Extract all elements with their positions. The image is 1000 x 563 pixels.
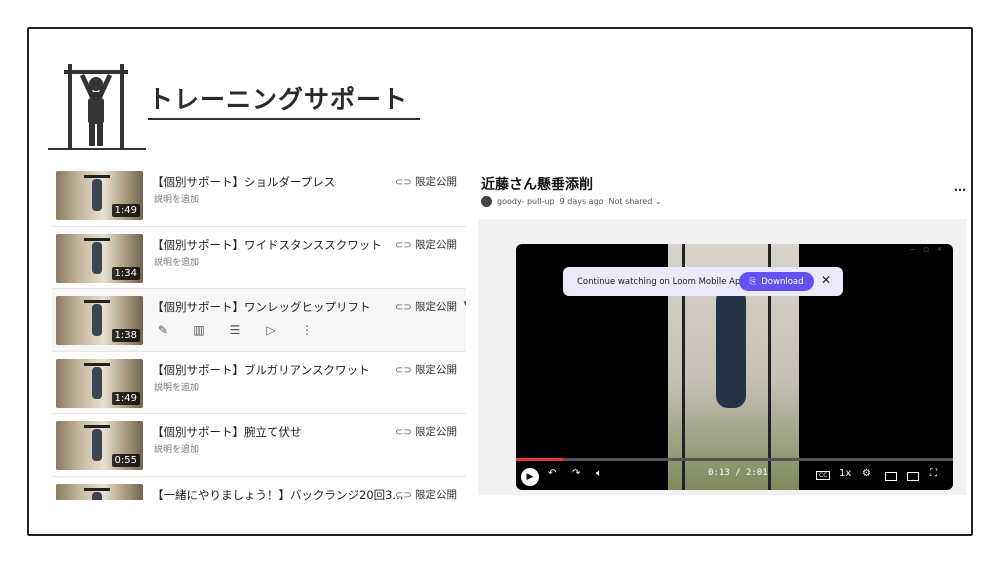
link-icon: ⊂⊃ bbox=[395, 239, 412, 251]
page-title-block: トレーニングサポート bbox=[148, 80, 420, 120]
player-stage: — ▢ ✕ Continue watching on Loom Mobile A… bbox=[478, 219, 966, 495]
video-thumbnail[interactable]: 1:49 bbox=[56, 171, 143, 220]
video-player[interactable]: — ▢ ✕ Continue watching on Loom Mobile A… bbox=[516, 244, 953, 490]
add-description-link[interactable]: 説明を追加 bbox=[154, 380, 199, 393]
visibility-status: ⊂⊃ 限定公開 bbox=[395, 488, 457, 501]
settings-gear-icon[interactable]: ⚙ bbox=[862, 468, 871, 479]
mobile-app-banner: Continue watching on Loom Mobile App ⎘ D… bbox=[563, 267, 843, 296]
download-label: Download bbox=[761, 276, 804, 287]
pullup-bar-logo-icon bbox=[64, 64, 128, 148]
video-title[interactable]: 【個別サポート】腕立て伏せ bbox=[152, 424, 302, 440]
video-row[interactable]: 【一緒にやりましょう！】バックランジ20回3... ⊂⊃ 限定公開 bbox=[52, 477, 466, 501]
video-row[interactable]: 1:49 【個別サポート】ブルガリアンスクワット 説明を追加 ⊂⊃ 限定公開 bbox=[52, 352, 466, 414]
loom-panel: 近藤さん懸垂添削 … goody- pull-up 9 days ago Not… bbox=[478, 170, 966, 500]
video-title[interactable]: 【一緒にやりましょう！】バックランジ20回3... bbox=[152, 487, 403, 501]
volume-icon[interactable]: 🔈︎ bbox=[596, 468, 602, 479]
video-title[interactable]: 【個別サポート】ワイドスタンススクワット bbox=[152, 237, 382, 253]
upload-age: 9 days ago bbox=[559, 197, 604, 206]
link-icon: ⊂⊃ bbox=[395, 364, 412, 376]
link-icon: ⊂⊃ bbox=[395, 427, 412, 438]
video-thumbnail[interactable]: 1:34 bbox=[56, 233, 143, 283]
pip-icon[interactable] bbox=[907, 472, 919, 481]
close-icon[interactable]: ✕ bbox=[821, 273, 831, 287]
visibility-status: ⊂⊃ 限定公開 bbox=[395, 301, 457, 313]
banner-text: Continue watching on Loom Mobile App bbox=[577, 276, 746, 287]
loom-video-title: 近藤さん懸垂添削 bbox=[481, 177, 593, 193]
visibility-status: ⊂⊃ 限定公開 bbox=[395, 238, 457, 251]
download-icon: ⎘ bbox=[749, 276, 757, 287]
video-thumbnail[interactable] bbox=[56, 483, 143, 500]
duration-badge: 0:55 bbox=[111, 454, 140, 467]
page-title: トレーニングサポート bbox=[148, 85, 409, 114]
progress-bar[interactable] bbox=[516, 458, 953, 461]
more-options-button[interactable]: … bbox=[954, 180, 966, 194]
window-controls: — ▢ ✕ bbox=[909, 246, 945, 253]
visibility-status: ⊂⊃ 限定公開 bbox=[395, 363, 457, 376]
video-row[interactable]: 1:49 【個別サポート】ショルダープレス 説明を追加 ⊂⊃ 限定公開 bbox=[52, 164, 466, 227]
video-title[interactable]: 【個別サポート】ブルガリアンスクワット bbox=[152, 362, 369, 378]
add-description-link[interactable]: 説明を追加 bbox=[154, 255, 199, 268]
youtube-icon[interactable]: ▷ bbox=[264, 323, 278, 337]
avatar bbox=[481, 196, 492, 207]
video-title[interactable]: 【個別サポート】ショルダープレス bbox=[152, 174, 335, 190]
video-list: 1:49 【個別サポート】ショルダープレス 説明を追加 ⊂⊃ 限定公開 1:34 【個別サポ… bbox=[52, 164, 466, 500]
link-icon: ⊂⊃ bbox=[395, 302, 412, 313]
progress-fill bbox=[516, 458, 563, 461]
visibility-status: ⊂⊃ 限定公開 bbox=[395, 176, 457, 188]
row-actions: ✎ ▥ ☰ ▷ ⋮ bbox=[156, 323, 314, 337]
download-button[interactable]: ⎘ Download bbox=[739, 272, 814, 291]
link-icon: ⊂⊃ bbox=[395, 489, 412, 501]
person-body bbox=[716, 288, 746, 408]
logo-underline bbox=[48, 148, 146, 150]
play-icon[interactable]: ▶ bbox=[521, 468, 539, 486]
link-icon: ⊂⊃ bbox=[395, 177, 412, 188]
visibility-dropdown-icon[interactable]: ▾ bbox=[463, 299, 466, 309]
duration-badge: 1:38 bbox=[111, 329, 140, 342]
player-controls: ▶ ↶ ↷ 🔈︎ 0:13 / 2:01 CC 1x ⚙ ⛶ bbox=[516, 464, 953, 488]
fullscreen-icon[interactable]: ⛶ bbox=[930, 468, 937, 479]
visibility-status: ⊂⊃ 限定公開 bbox=[395, 426, 457, 438]
duration-badge: 1:49 bbox=[111, 391, 140, 405]
rewind-5s-icon[interactable]: ↶ bbox=[548, 468, 556, 479]
captions-icon[interactable]: CC bbox=[816, 471, 831, 480]
add-description-link[interactable]: 説明を追加 bbox=[154, 442, 199, 455]
author-name[interactable]: goody- pull-up bbox=[497, 197, 555, 206]
video-row[interactable]: 1:38 【個別サポート】ワンレッグヒップリフト ⊂⊃ 限定公開 ▾ ✎ ▥ ☰ ▷ ⋮ bbox=[52, 289, 466, 352]
video-row[interactable]: 0:55 【個別サポート】腕立て伏せ 説明を追加 ⊂⊃ 限定公開 bbox=[52, 414, 466, 477]
theater-mode-icon[interactable] bbox=[885, 472, 897, 481]
time-display: 0:13 / 2:01 bbox=[708, 468, 768, 478]
speed-button[interactable]: 1x bbox=[839, 468, 851, 479]
duration-badge: 1:49 bbox=[111, 204, 140, 217]
video-row[interactable]: 1:34 【個別サポート】ワイドスタンススクワット 説明を追加 ⊂⊃ 限定公開 bbox=[52, 227, 466, 289]
chevron-down-icon: ⌄ bbox=[654, 197, 662, 206]
comments-icon[interactable]: ☰ bbox=[228, 323, 242, 337]
add-description-link[interactable]: 説明を追加 bbox=[154, 192, 199, 205]
video-title[interactable]: 【個別サポート】ワンレッグヒップリフト bbox=[152, 299, 371, 315]
video-thumbnail[interactable]: 1:49 bbox=[56, 358, 143, 408]
duration-badge: 1:34 bbox=[111, 266, 140, 280]
analytics-icon[interactable]: ▥ bbox=[192, 323, 206, 337]
more-vert-icon[interactable]: ⋮ bbox=[300, 323, 314, 337]
loom-meta: goody- pull-up 9 days ago Not shared ⌄ bbox=[481, 196, 662, 207]
share-status[interactable]: Not shared ⌄ bbox=[609, 197, 662, 206]
video-thumbnail[interactable]: 1:38 bbox=[56, 296, 143, 345]
forward-5s-icon[interactable]: ↷ bbox=[572, 468, 580, 479]
title-underline bbox=[148, 118, 420, 120]
pencil-icon[interactable]: ✎ bbox=[156, 323, 170, 337]
video-thumbnail[interactable]: 0:55 bbox=[56, 421, 143, 470]
